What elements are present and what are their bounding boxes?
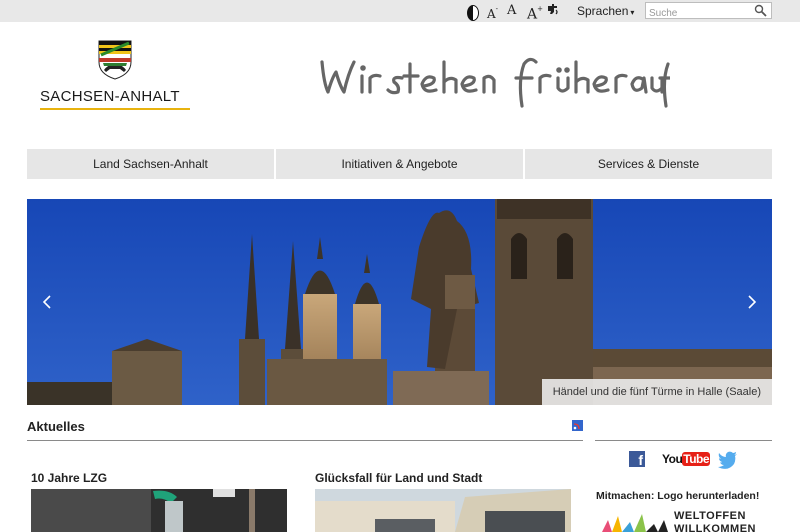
nav-land-sachsen-anhalt[interactable]: Land Sachsen-Anhalt (27, 149, 274, 179)
twitter-icon[interactable] (718, 451, 738, 469)
utility-bar: A- A A+ Sprachen ▾ (0, 0, 800, 23)
search-input[interactable] (646, 6, 746, 21)
news-heading: Aktuelles (27, 419, 85, 434)
news-section-header: Aktuelles (27, 417, 583, 441)
logo-underline (40, 108, 190, 110)
font-increase-button[interactable]: A+ (527, 3, 543, 23)
speech-icon[interactable] (546, 3, 559, 19)
chevron-right-icon[interactable] (745, 291, 759, 313)
language-label: Sprachen (577, 4, 629, 18)
chevron-left-icon[interactable] (40, 291, 54, 313)
sidebar-divider (595, 440, 772, 441)
contrast-icon[interactable] (467, 5, 479, 21)
search-box (645, 2, 772, 21)
site-logo[interactable]: SACHSEN-ANHALT (40, 38, 190, 113)
youtube-you: You (662, 452, 683, 466)
font-increase-label: A (527, 6, 538, 23)
logo-wordmark: SACHSEN-ANHALT (40, 88, 180, 105)
facebook-icon[interactable]: f (629, 451, 645, 468)
font-decrease-sup: - (495, 5, 499, 13)
news-item-image[interactable] (315, 489, 571, 532)
nav-initiativen-angebote[interactable]: Initiativen & Angebote (276, 149, 523, 179)
hero-caption: Händel und die fünf Türme in Halle (Saal… (541, 379, 772, 405)
chevron-down-icon: ▾ (630, 8, 635, 17)
rss-icon[interactable] (572, 420, 583, 431)
language-dropdown[interactable]: Sprachen ▾ (577, 3, 634, 19)
font-decrease-button[interactable]: A- (487, 3, 499, 21)
weltoffen-banner[interactable]: WELTOFFEN WILLKOMMEN (600, 510, 772, 532)
font-reset-button[interactable]: A (507, 3, 516, 19)
slogan-lettering (320, 57, 670, 108)
font-increase-sup: + (537, 5, 543, 13)
news-item-image[interactable] (31, 489, 287, 532)
youtube-tube: Tube (682, 452, 711, 466)
hero-image (27, 199, 772, 405)
coat-of-arms-icon (98, 40, 132, 80)
hero-slider: Händel und die fünf Türme in Halle (Saal… (27, 199, 772, 405)
weltoffen-line1: WELTOFFEN (674, 510, 746, 522)
weltoffen-line2: WILLKOMMEN (674, 523, 756, 532)
main-navigation: Land Sachsen-Anhalt Initiativen & Angebo… (27, 149, 772, 179)
weltoffen-graphic (602, 514, 668, 532)
youtube-icon[interactable]: YouTube (662, 452, 711, 470)
nav-services-dienste[interactable]: Services & Dienste (525, 149, 772, 179)
logo-download-link[interactable]: Mitmachen: Logo herunterladen! (596, 490, 759, 502)
search-icon[interactable] (754, 4, 767, 17)
font-decrease-label: A (487, 7, 496, 21)
news-item-title[interactable]: Glücksfall für Land und Stadt (315, 471, 482, 485)
news-item-title[interactable]: 10 Jahre LZG (31, 471, 107, 485)
